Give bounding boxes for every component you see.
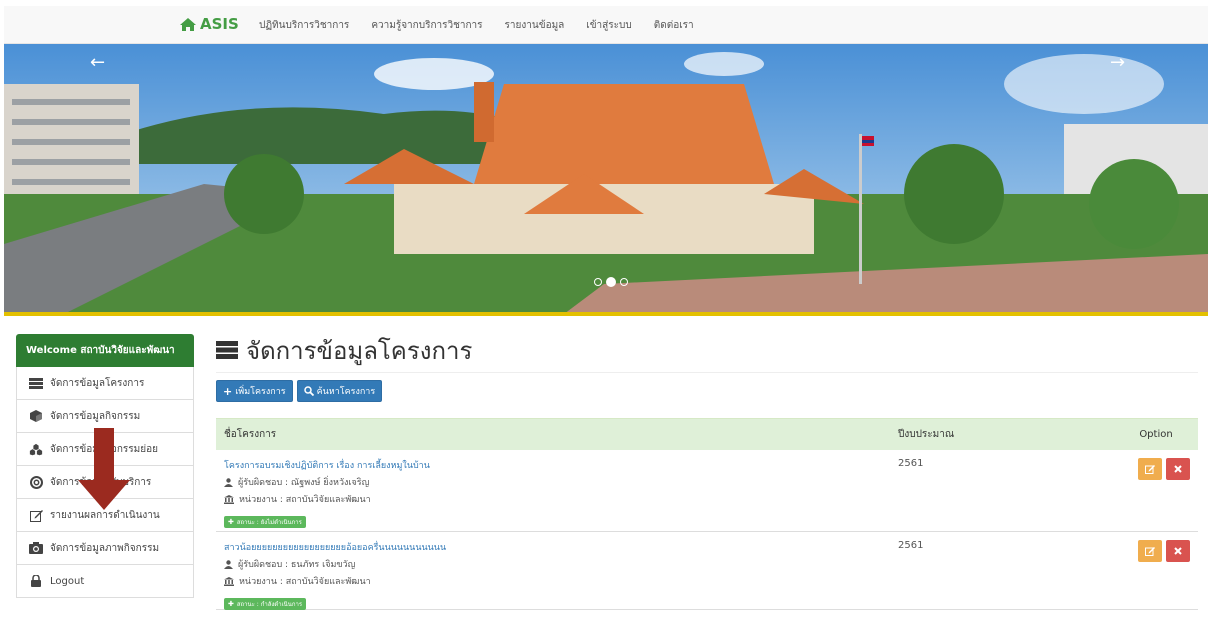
- project-name-link[interactable]: โครงการอบรมเชิงปฏิบัติการ เรื่อง การเลี้…: [224, 458, 898, 472]
- plus-circle-icon: ✚: [228, 600, 234, 608]
- project-agency-text: หน่วยงาน : สถาบันวิจัยและพัฒนา: [239, 495, 371, 505]
- add-project-label: เพิ่มโครงการ: [235, 387, 286, 397]
- column-header-name: ชื่อโครงการ: [224, 429, 277, 440]
- nav-links: ปฏิทินบริการวิชาการ ความรู้จากบริการวิชา…: [248, 6, 705, 44]
- sidebar-item-label: Logout: [50, 575, 85, 587]
- carousel-dot-3[interactable]: [620, 278, 628, 286]
- delete-project-button[interactable]: [1166, 540, 1190, 562]
- list-icon: [216, 341, 238, 359]
- nav-link-calendar[interactable]: ปฏิทินบริการวิชาการ: [248, 18, 360, 33]
- project-owner: ผู้รับผิดชอบ : ธนภัทร เจิมขวัญ: [224, 557, 898, 571]
- sidebar-item-label: จัดการข้อมูลโครงการ: [50, 377, 145, 389]
- edit-icon: [1145, 465, 1155, 474]
- lock-icon: [29, 575, 43, 587]
- title-divider: [216, 372, 1198, 373]
- edit-project-button[interactable]: [1138, 540, 1162, 562]
- search-project-button[interactable]: ค้นหาโครงการ: [296, 380, 383, 402]
- column-header-option: Option: [1139, 429, 1173, 440]
- main-content: จัดการข้อมูลโครงการ + เพิ่มโครงการ ค้นหา…: [216, 330, 1198, 610]
- project-agency: หน่วยงาน : สถาบันวิจัยและพัฒนา: [224, 574, 898, 588]
- top-navbar: ASIS ปฏิทินบริการวิชาการ ความรู้จากบริกา…: [4, 6, 1208, 44]
- list-icon: [29, 377, 43, 389]
- cubes-icon: [29, 443, 43, 456]
- carousel-prev-icon[interactable]: ←: [90, 52, 105, 73]
- carousel-divider: [4, 312, 1208, 316]
- close-icon: [1174, 465, 1182, 473]
- user-icon: [224, 559, 233, 569]
- lifebuoy-icon: [29, 475, 43, 489]
- sidebar-item-photos[interactable]: จัดการข้อมูลภาพกิจกรรม: [16, 532, 194, 565]
- annotation-arrow-icon: [78, 428, 130, 510]
- carousel-dot-2[interactable]: [606, 277, 616, 287]
- edit-icon: [29, 509, 43, 522]
- project-cell: สาวน้อยยยยยยยยยยยยยยยยยยอ้อยอครื่นนนนนนน…: [216, 540, 898, 610]
- carousel-indicators: [594, 277, 628, 287]
- project-owner: ผู้รับผิดชอบ : ณัฐพงษ์ ยิ่งหวังเจริญ: [224, 475, 898, 489]
- nav-link-report[interactable]: รายงานข้อมูล: [494, 18, 576, 33]
- user-icon: [224, 477, 233, 487]
- search-icon: [303, 386, 314, 396]
- action-buttons: + เพิ่มโครงการ ค้นหาโครงการ: [216, 380, 383, 402]
- cube-icon: [29, 410, 43, 422]
- status-badge-text: สถานะ : ยังไม่ดำเนินการ: [236, 519, 302, 526]
- sidebar-welcome: Welcome สถาบันวิจัยและพัฒนา: [16, 334, 194, 367]
- column-header-year: ปีงบประมาณ: [898, 429, 955, 440]
- sidebar-item-projects[interactable]: จัดการข้อมูลโครงการ: [16, 367, 194, 400]
- search-project-label: ค้นหาโครงการ: [316, 387, 376, 397]
- edit-icon: [1145, 547, 1155, 556]
- brand-text: ASIS: [200, 15, 239, 33]
- carousel-image: [4, 44, 1208, 314]
- project-owner-text: ผู้รับผิดชอบ : ณัฐพงษ์ ยิ่งหวังเจริญ: [238, 478, 370, 488]
- plus-icon: +: [223, 384, 233, 398]
- table-header: ชื่อโครงการ ปีงบประมาณ Option: [216, 418, 1198, 450]
- project-agency: หน่วยงาน : สถาบันวิจัยและพัฒนา: [224, 492, 898, 506]
- projects-table: ชื่อโครงการ ปีงบประมาณ Option โครงการอบร…: [216, 418, 1198, 610]
- carousel-next-icon[interactable]: →: [1110, 52, 1125, 73]
- project-year: 2561: [898, 540, 924, 551]
- nav-link-knowledge[interactable]: ความรู้จากบริการวิชาการ: [360, 18, 493, 33]
- sidebar-item-label: จัดการข้อมูลภาพกิจกรรม: [50, 542, 160, 554]
- row-options: [1114, 540, 1198, 609]
- project-name-link[interactable]: สาวน้อยยยยยยยยยยยยยยยยยยอ้อยอครื่นนนนนนน…: [224, 540, 898, 554]
- close-icon: [1174, 547, 1182, 555]
- nav-link-contact[interactable]: ติดต่อเรา: [643, 18, 705, 33]
- institution-icon: [224, 494, 234, 504]
- status-badge: ✚ สถานะ : ยังไม่ดำเนินการ: [224, 516, 306, 528]
- hero-carousel: ← →: [4, 44, 1208, 314]
- sidebar-item-label: จัดการข้อมูลกิจกรรม: [50, 410, 141, 422]
- page-title-text: จัดการข้อมูลโครงการ: [246, 336, 473, 365]
- institution-icon: [224, 576, 234, 586]
- plus-circle-icon: ✚: [228, 518, 234, 526]
- carousel-dot-1[interactable]: [594, 278, 602, 286]
- page-title: จัดการข้อมูลโครงการ: [216, 330, 1198, 370]
- project-year: 2561: [898, 458, 924, 469]
- table-row: สาวน้อยยยยยยยยยยยยยยยยยยอ้อยอครื่นนนนนนน…: [216, 532, 1198, 610]
- table-row: โครงการอบรมเชิงปฏิบัติการ เรื่อง การเลี้…: [216, 450, 1198, 532]
- brand-logo[interactable]: ASIS: [180, 15, 239, 33]
- project-agency-text: หน่วยงาน : สถาบันวิจัยและพัฒนา: [239, 577, 371, 587]
- project-cell: โครงการอบรมเชิงปฏิบัติการ เรื่อง การเลี้…: [216, 458, 898, 531]
- add-project-button[interactable]: + เพิ่มโครงการ: [216, 380, 293, 402]
- status-badge: ✚ สถานะ : กำลังดำเนินการ: [224, 598, 307, 610]
- home-icon: [180, 17, 196, 31]
- sidebar-item-logout[interactable]: Logout: [16, 565, 194, 598]
- edit-project-button[interactable]: [1138, 458, 1162, 480]
- delete-project-button[interactable]: [1166, 458, 1190, 480]
- status-badge-text: สถานะ : กำลังดำเนินการ: [236, 601, 303, 608]
- camera-icon: [29, 542, 43, 554]
- project-owner-text: ผู้รับผิดชอบ : ธนภัทร เจิมขวัญ: [238, 560, 356, 570]
- row-options: [1114, 458, 1198, 531]
- nav-link-login[interactable]: เข้าสู่ระบบ: [575, 18, 642, 33]
